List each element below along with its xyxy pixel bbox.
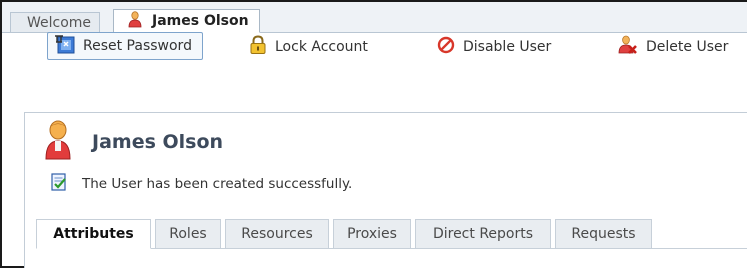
- success-message-text: The User has been created successfully.: [82, 176, 353, 192]
- lock-account-label: Lock Account: [275, 39, 368, 55]
- delete-user-button[interactable]: Delete User: [618, 33, 728, 61]
- tab-james-olson[interactable]: James Olson: [113, 9, 260, 33]
- tab-proxies[interactable]: Proxies: [333, 219, 411, 249]
- reset-password-button[interactable]: Reset Password: [47, 32, 203, 60]
- tab-direct-reports-label: Direct Reports: [432, 226, 534, 242]
- tab-welcome-label: Welcome: [27, 14, 92, 31]
- tab-james-olson-label: James Olson: [152, 13, 249, 29]
- tab-resources-label: Resources: [241, 226, 313, 242]
- delete-user-label: Delete User: [646, 39, 729, 55]
- tab-attributes-label: Attributes: [53, 226, 134, 242]
- tab-attributes[interactable]: Attributes: [36, 219, 151, 249]
- tab-direct-reports[interactable]: Direct Reports: [415, 219, 551, 249]
- checked-document-icon: [50, 173, 68, 195]
- padlock-icon: [249, 35, 267, 59]
- tab-roles-label: Roles: [169, 226, 207, 242]
- disable-user-label: Disable User: [463, 39, 552, 55]
- lock-account-button[interactable]: Lock Account: [249, 33, 368, 61]
- tab-requests[interactable]: Requests: [555, 219, 652, 249]
- person-icon: [44, 120, 72, 164]
- tab-roles[interactable]: Roles: [155, 219, 221, 249]
- tab-resources[interactable]: Resources: [225, 219, 329, 249]
- delete-user-icon: [618, 35, 638, 59]
- reset-password-label: Reset Password: [83, 38, 192, 54]
- prohibited-icon: [437, 36, 455, 58]
- success-message: The User has been created successfully.: [50, 173, 352, 195]
- reset-password-icon: [53, 34, 75, 58]
- tab-proxies-label: Proxies: [347, 226, 397, 242]
- person-icon: [128, 10, 142, 32]
- tab-requests-label: Requests: [571, 226, 636, 242]
- disable-user-button[interactable]: Disable User: [437, 33, 551, 61]
- tab-welcome[interactable]: Welcome: [10, 12, 101, 32]
- page-title: James Olson: [92, 131, 224, 153]
